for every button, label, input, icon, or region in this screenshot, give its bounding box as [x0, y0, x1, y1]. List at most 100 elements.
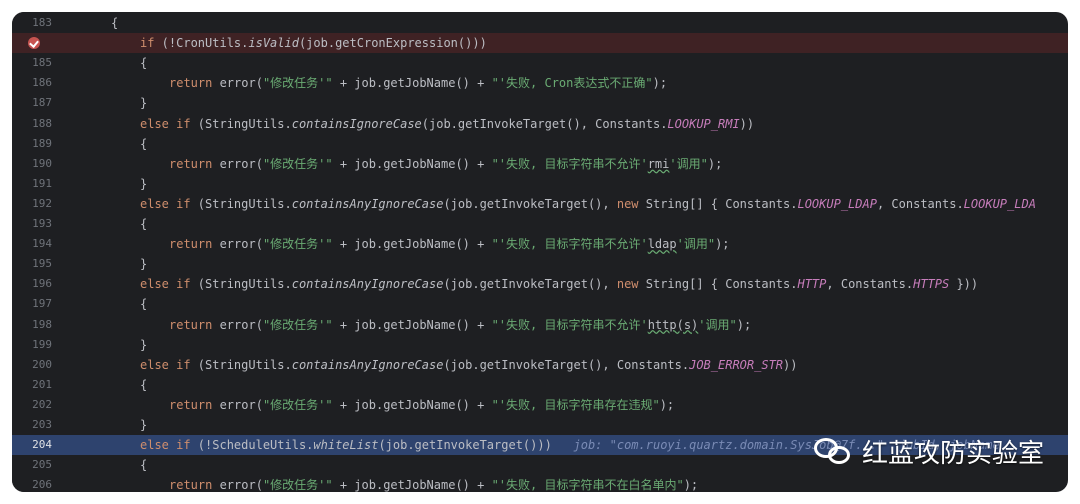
code-text[interactable]: return error("修改任务'" + job.getJobName() …: [169, 315, 751, 335]
code-token: (StringUtils.: [190, 277, 292, 292]
line-number[interactable]: 195: [12, 254, 52, 274]
code-line[interactable]: 191}: [12, 174, 1068, 194]
code-text[interactable]: {: [140, 375, 147, 395]
code-text[interactable]: return error("修改任务'" + job.getJobName() …: [169, 475, 698, 492]
code-token: {: [140, 377, 148, 392]
code-token: else if: [140, 357, 191, 372]
code-token: '调用": [698, 317, 737, 332]
code-line[interactable]: 199}: [12, 335, 1068, 355]
line-number[interactable]: 191: [12, 174, 52, 194]
code-token: , Constants.: [826, 277, 914, 292]
line-number[interactable]: 196: [12, 274, 52, 294]
code-token: , Constants.: [876, 196, 964, 211]
code-token: + job.getJobName() +: [332, 76, 492, 91]
line-number[interactable]: 203: [12, 415, 52, 435]
code-line[interactable]: 202 return error("修改任务'" + job.getJobName…: [12, 395, 1068, 415]
code-line[interactable]: 185 {: [12, 53, 1068, 73]
line-number[interactable]: 206: [12, 475, 52, 492]
code-token: LOOKUP_RMI: [667, 116, 740, 131]
code-line[interactable]: 184if (!CronUtils.isValid(job.getCronExp…: [12, 33, 1068, 54]
breakpoint-icon[interactable]: [28, 37, 40, 50]
code-text[interactable]: }: [140, 335, 147, 355]
code-token: return: [169, 76, 213, 91]
code-token: "修改任务'": [262, 478, 333, 492]
code-line[interactable]: 183 {: [12, 13, 1068, 33]
line-number[interactable]: 188: [12, 114, 52, 134]
line-number[interactable]: 194: [12, 234, 52, 254]
code-text[interactable]: }: [140, 174, 147, 194]
line-number[interactable]: 186: [12, 73, 52, 93]
code-text[interactable]: else if (StringUtils.containsAnyIgnoreCa…: [140, 355, 797, 375]
code-text[interactable]: return error("修改任务'" + job.getJobName() …: [169, 73, 667, 93]
code-token: return: [169, 156, 213, 171]
line-number[interactable]: 205: [12, 455, 52, 475]
code-line[interactable]: 198 return error("修改任务'" + job.getJobName…: [12, 315, 1068, 335]
code-line[interactable]: 192 else if (StringUtils.containsAnyIgnor…: [12, 194, 1068, 214]
code-token: LOOKUP_LDAP: [797, 196, 877, 211]
code-text[interactable]: if (!CronUtils.isValid(job.getCronExpres…: [140, 33, 487, 53]
line-number[interactable]: 197: [12, 294, 52, 314]
code-text[interactable]: {: [140, 214, 147, 234]
code-line[interactable]: 206 return error("修改任务'" + job.getJobName…: [12, 475, 1068, 492]
code-line[interactable]: 197 {: [12, 294, 1068, 314]
code-text[interactable]: return error("修改任务'" + job.getJobName() …: [169, 234, 730, 254]
line-number[interactable]: 200: [12, 355, 52, 375]
line-number[interactable]: 193: [12, 214, 52, 234]
code-text[interactable]: {: [140, 294, 147, 314]
code-token: + job.getJobName() +: [332, 317, 492, 332]
line-number[interactable]: 190: [12, 154, 52, 174]
code-line[interactable]: 195}: [12, 254, 1068, 274]
line-number[interactable]: 183: [12, 13, 52, 33]
code-text[interactable]: return error("修改任务'" + job.getJobName() …: [169, 154, 722, 174]
code-line[interactable]: 203}: [12, 415, 1068, 435]
code-token: (job.getCronExpression())): [298, 36, 487, 51]
line-number[interactable]: 199: [12, 335, 52, 355]
code-token: }: [140, 418, 148, 432]
line-number[interactable]: 189: [12, 134, 52, 154]
code-text[interactable]: }: [140, 254, 147, 274]
code-token: {: [140, 458, 148, 473]
code-text[interactable]: {: [140, 134, 147, 154]
code-text[interactable]: else if (StringUtils.containsAnyIgnoreCa…: [140, 274, 978, 294]
code-token: return: [169, 397, 213, 412]
code-token: }: [140, 257, 148, 272]
line-number[interactable]: 198: [12, 315, 52, 335]
code-token: return: [169, 237, 213, 252]
code-token: (!ScheduleUtils.: [190, 438, 314, 453]
code-line[interactable]: 186 return error("修改任务'" + job.getJobName…: [12, 73, 1068, 93]
line-number[interactable]: 192: [12, 194, 52, 214]
watermark: 红蓝攻防实验室: [813, 433, 1044, 470]
line-number[interactable]: 202: [12, 395, 52, 415]
code-token: (job.getInvokeTarget(), Constants.: [421, 116, 668, 131]
code-line[interactable]: 189 {: [12, 134, 1068, 154]
code-token: );: [715, 237, 730, 252]
code-text[interactable]: {: [140, 455, 147, 475]
code-text[interactable]: {: [111, 13, 118, 33]
code-line[interactable]: 188 else if (StringUtils.containsIgnoreCa…: [12, 114, 1068, 134]
code-line[interactable]: 194 return error("修改任务'" + job.getJobName…: [12, 234, 1068, 254]
code-text[interactable]: }: [140, 93, 147, 113]
code-token: "修改任务'": [262, 237, 333, 252]
line-number[interactable]: 187: [12, 93, 52, 113]
line-number[interactable]: 204: [12, 435, 52, 455]
line-number[interactable]: 185: [12, 53, 52, 73]
code-line[interactable]: 201 {: [12, 375, 1068, 395]
code-line[interactable]: 190 return error("修改任务'" + job.getJobName…: [12, 154, 1068, 174]
code-editor[interactable]: 183 {184if (!CronUtils.isValid(job.getCro…: [12, 12, 1068, 492]
code-line[interactable]: 200 else if (StringUtils.containsAnyIgnor…: [12, 355, 1068, 375]
code-text[interactable]: else if (StringUtils.containsAnyIgnoreCa…: [140, 194, 1036, 214]
code-text[interactable]: {: [140, 53, 147, 73]
code-line[interactable]: 196 else if (StringUtils.containsAnyIgnor…: [12, 274, 1068, 294]
code-text[interactable]: else if (StringUtils.containsIgnoreCase(…: [140, 114, 754, 134]
code-line[interactable]: 193 {: [12, 214, 1068, 234]
code-token: String[] { Constants.: [638, 196, 798, 211]
code-text[interactable]: return error("修改任务'" + job.getJobName() …: [169, 395, 674, 415]
line-number[interactable]: 201: [12, 375, 52, 395]
code-text[interactable]: }: [140, 415, 147, 435]
code-token: );: [707, 156, 723, 171]
code-token: "修改任务'": [262, 156, 333, 171]
code-token: "'失败, 目标字符串不在白名单内": [491, 478, 684, 492]
code-token: error(: [212, 317, 263, 332]
code-token: "'失败, Cron表达式不正确": [491, 76, 653, 91]
code-line[interactable]: 187}: [12, 93, 1068, 113]
